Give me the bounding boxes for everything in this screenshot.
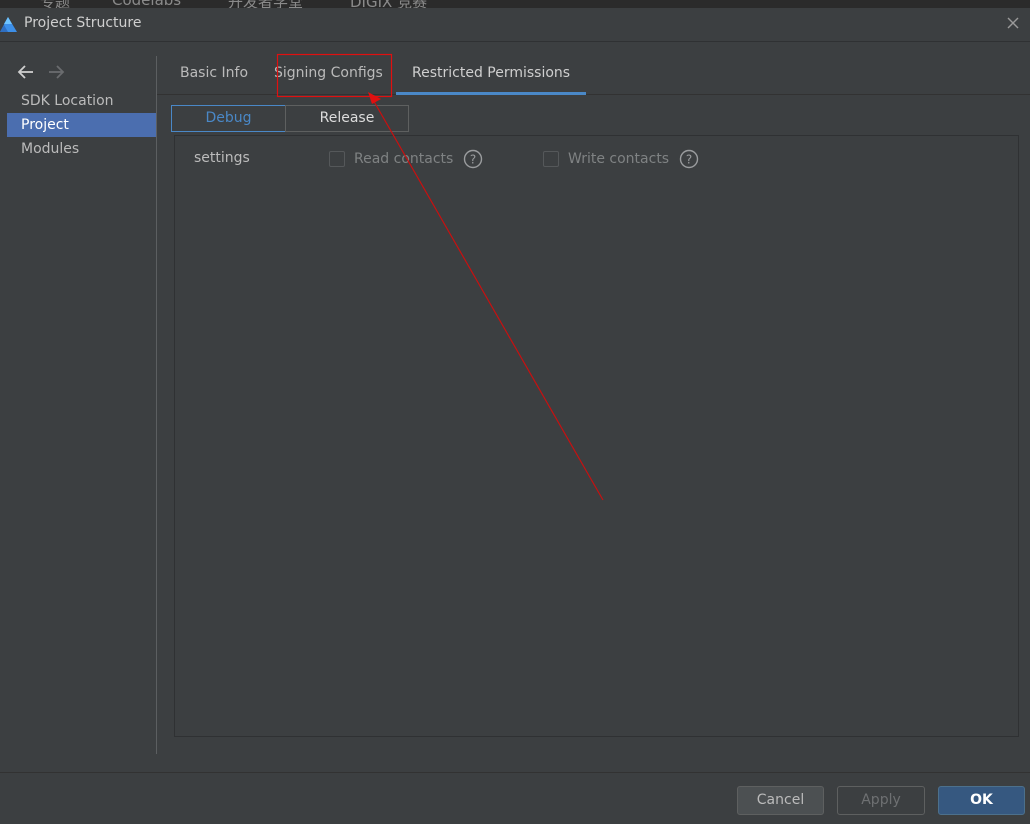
close-icon[interactable] [1004,14,1022,32]
background-menu-item: 开发者学堂 [228,0,303,8]
background-menu-item: Codelabs [112,0,181,8]
ok-button[interactable]: OK [938,786,1025,815]
tab-signing-configs[interactable]: Signing Configs [259,55,398,92]
sidebar-item-sdk-location[interactable]: SDK Location [7,89,156,113]
sidebar-item-project[interactable]: Project [7,113,156,137]
left-navigation: SDK Location Project Modules [0,42,156,754]
footer-divider [0,772,1030,773]
background-menu-item: DIGIX 竞赛 [350,0,427,8]
tab-bar: Basic Info Signing Configs Restricted Pe… [157,55,1030,95]
question-circle-icon[interactable]: ? [679,149,699,169]
debug-toggle-button[interactable]: Debug [171,105,286,132]
permissions-panel: settings Read contacts ? Write contacts … [174,135,1019,737]
write-contacts-permission: Write contacts ? [543,148,699,170]
sidebar-item-modules[interactable]: Modules [7,137,156,161]
background-menu-strip: 专题 Codelabs 开发者学堂 DIGIX 竞赛 [0,0,1030,8]
app-logo-icon [0,17,17,32]
settings-label: settings [194,150,250,166]
cancel-button[interactable]: Cancel [737,786,824,815]
svg-text:?: ? [470,153,476,167]
tab-basic-info[interactable]: Basic Info [165,55,263,92]
write-contacts-checkbox[interactable] [543,151,559,167]
read-contacts-permission: Read contacts ? [329,148,483,170]
arrow-left-icon[interactable] [16,62,36,82]
arrow-right-icon[interactable] [46,62,66,82]
write-contacts-label: Write contacts [568,151,670,167]
title-bar: Project Structure [0,8,1030,42]
read-contacts-label: Read contacts [354,151,454,167]
release-toggle-button[interactable]: Release [285,105,409,132]
sidebar-divider [156,56,157,754]
tab-restricted-permissions[interactable]: Restricted Permissions [396,55,587,95]
apply-button[interactable]: Apply [837,786,925,815]
background-menu-item: 专题 [40,0,70,8]
question-circle-icon[interactable]: ? [463,149,483,169]
read-contacts-checkbox[interactable] [329,151,345,167]
svg-text:?: ? [686,153,692,167]
window-title: Project Structure [24,15,142,31]
